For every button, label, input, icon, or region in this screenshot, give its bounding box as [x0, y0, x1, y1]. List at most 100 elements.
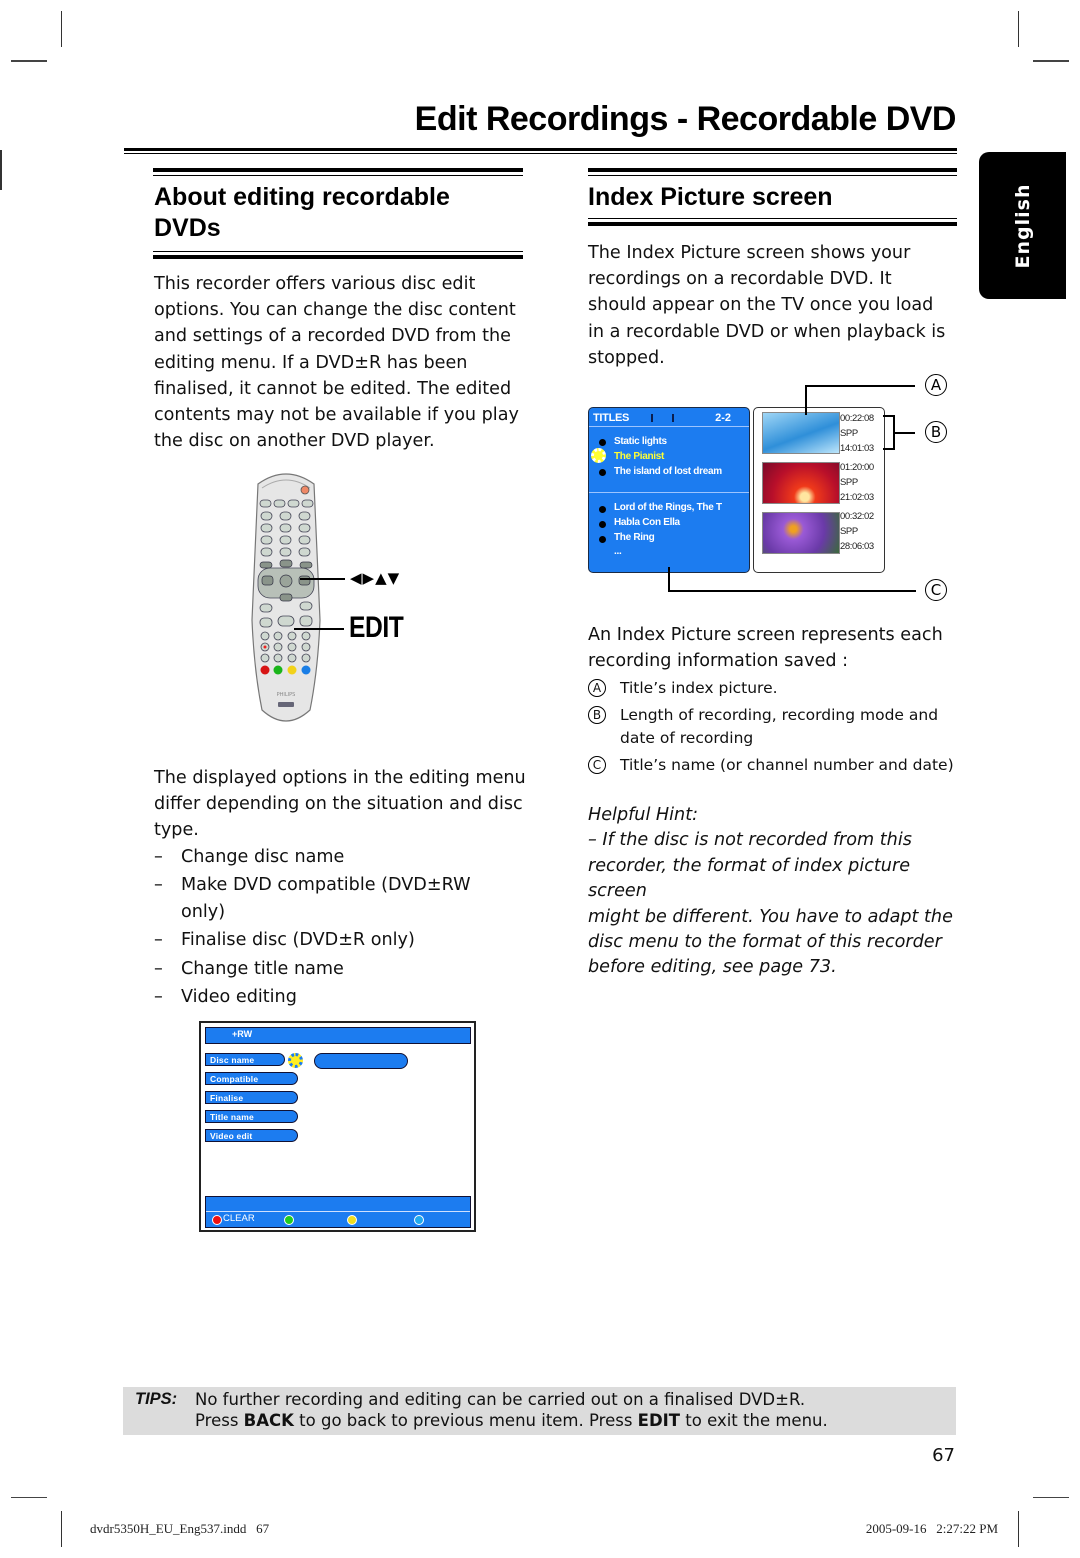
section-heading-index-picture: Index Picture screen [588, 183, 833, 211]
helpful-hint: Helpful Hint: – If the disc is not recor… [588, 803, 968, 981]
clear-label: CLEAR [223, 1213, 255, 1224]
dash: – [154, 875, 163, 896]
footer-file-name: dvdr5350H_EU_Eng537.indd 67 [90, 1521, 270, 1536]
tips-line: No further recording and editing can be … [195, 1390, 806, 1409]
title-rule [124, 148, 957, 151]
dash: – [154, 987, 163, 1008]
text-line: editing menu. If a DVD±R has been [154, 352, 468, 373]
text-line: the disc on another DVD player. [154, 431, 435, 452]
callout-a: A [925, 374, 947, 396]
text-line: options. You can change the disc content [154, 300, 516, 321]
hint-line: – If the disc is not recorded from this [588, 830, 912, 851]
menu-item-compatible: Compatible [205, 1072, 298, 1085]
header-marker [672, 414, 674, 422]
section-rule [588, 218, 957, 219]
arrow-keys-label: ◀▶▲▼ [350, 569, 401, 587]
legend-text: Title’s index picture. [620, 679, 778, 697]
index-picture-description: An Index Picture screen represents each … [588, 622, 968, 674]
crop-mark [11, 60, 47, 62]
about-editing-paragraph: This recorder offers various disc edit o… [154, 271, 534, 454]
crop-mark [11, 1497, 47, 1498]
section-heading-about-editing: About editing recordable DVDs [154, 182, 450, 244]
callout-bracket [883, 448, 895, 450]
callout-legend: A Title’s index picture. B Length of rec… [588, 677, 968, 777]
legend-item: A Title’s index picture. [588, 677, 968, 700]
list-item-text: Change title name [181, 958, 344, 979]
divider [589, 492, 749, 493]
legend-key: A [588, 679, 606, 697]
tips-text: to go back to previous menu item. Press [293, 1411, 638, 1430]
bullet-icon [599, 469, 606, 476]
tips-label: TIPS: [135, 1390, 178, 1408]
list-item-text: Make DVD compatible (DVD±RW only) [181, 875, 471, 922]
callout-line [294, 628, 344, 630]
title-item: The island of lost dream [614, 466, 722, 477]
list-item-text: Finalise disc (DVD±R only) [181, 930, 415, 951]
callout-line [300, 578, 345, 580]
title-rule [124, 153, 957, 154]
callout-line [668, 590, 916, 592]
recording-date: 14:01:03 [840, 443, 874, 454]
recording-length: 00:22:08 [840, 413, 874, 424]
tips-box: TIPS: No further recording and editing c… [123, 1387, 956, 1435]
text-line: stopped. [588, 347, 665, 368]
list-item: – Video editing [154, 984, 494, 1011]
back-key-label: BACK [243, 1411, 294, 1430]
tips-line: Press BACK to go back to previous menu i… [195, 1410, 828, 1431]
recording-mode: SPP [840, 526, 858, 537]
title-item-selected: The Pianist [614, 451, 665, 462]
thumbnail-anemone [762, 512, 840, 554]
title-item: Lord of the Rings, The T [614, 502, 722, 513]
section-rule [588, 168, 957, 172]
thumbnails-panel: 00:22:08 SPP 14:01:03 01:20:00 SPP 21:02… [753, 407, 885, 573]
edit-menu-screen: +RW Disc name Compatible Finalise Title … [199, 1021, 476, 1232]
text-line: contents may not be available if you pla… [154, 405, 519, 426]
crop-mark [61, 1511, 62, 1547]
title-item: The Ring [614, 532, 655, 543]
hint-line: before editing, see page 73. [588, 957, 837, 978]
crop-mark [1033, 60, 1069, 62]
footer-timestamp: 2005-09-16 2:27:22 PM [865, 1521, 998, 1536]
thumbnail-info: 00:22:08 SPP 14:01:03 [840, 411, 874, 456]
hint-line: recorder, the format of index picture sc… [588, 855, 911, 902]
divider [206, 1211, 470, 1212]
title-item: Static lights [614, 436, 667, 447]
editing-options-list: – Change disc name – Make DVD compatible (… [154, 844, 494, 1011]
recording-length: 01:20:00 [840, 462, 874, 473]
remote-control-illustration: PHILIPS [251, 473, 321, 722]
recording-mode: SPP [840, 428, 858, 439]
crop-mark [1033, 1497, 1069, 1498]
callout-bracket [883, 415, 895, 417]
svg-text:PHILIPS: PHILIPS [277, 692, 296, 698]
text-line: This recorder offers various disc edit [154, 274, 476, 294]
hint-title: Helpful Hint: [588, 805, 699, 825]
section-rule [153, 168, 523, 172]
tips-text: to exit the menu. [680, 1411, 828, 1430]
thumbnail-surfer [762, 412, 840, 454]
crop-mark [1018, 1511, 1019, 1547]
section-rule [153, 251, 523, 252]
text-line: recordings on a recordable DVD. It [588, 269, 892, 290]
bullet-icon [599, 521, 606, 528]
list-item-text: Video editing [181, 987, 297, 1008]
page-number: 67 [932, 1445, 955, 1466]
bullet-icon [599, 439, 606, 446]
disc-name-field [314, 1053, 408, 1069]
text-line: The displayed options in the editing men… [154, 768, 526, 788]
list-item: – Change disc name [154, 844, 494, 871]
title-item: Habla Con Ella [614, 517, 680, 528]
list-item: – Make DVD compatible (DVD±RW only) [154, 872, 494, 925]
thumbnail-sunset [762, 462, 840, 504]
list-item: – Finalise disc (DVD±R only) [154, 927, 494, 954]
text-line: differ depending on the situation and di… [154, 794, 523, 815]
callout-line [805, 385, 807, 415]
text-line: The Index Picture screen shows your [588, 243, 911, 263]
hint-line: might be different. You have to adapt th… [588, 906, 953, 927]
text-line: recording information saved : [588, 651, 849, 672]
legend-item: B Length of recording, recording mode an… [588, 704, 968, 750]
menu-item-video-edit: Video edit [205, 1129, 298, 1142]
callout-line [668, 567, 670, 591]
blue-key-icon [414, 1215, 424, 1225]
text-line: type. [154, 820, 199, 841]
tips-text: Press [195, 1411, 244, 1430]
